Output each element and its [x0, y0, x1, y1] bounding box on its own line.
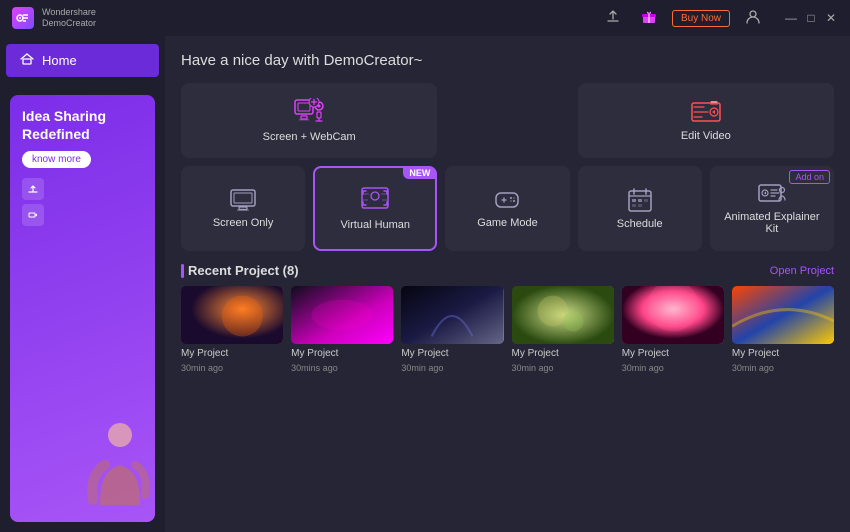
mode-card-schedule[interactable]: Schedule [578, 166, 702, 251]
gift-icon[interactable] [636, 7, 662, 30]
project-thumb-1 [181, 286, 283, 344]
upload-icon[interactable] [600, 7, 626, 30]
mode-card-screen-only[interactable]: Screen Only [181, 166, 305, 251]
promo-title: Idea Sharing Redefined [22, 107, 143, 143]
animated-explainer-icon [757, 182, 787, 211]
sidebar-nav: Home [0, 36, 165, 85]
virtual-human-label: Virtual Human [341, 219, 411, 231]
user-icon[interactable] [740, 7, 766, 30]
screen-webcam-label: Screen + WebCam [263, 131, 356, 143]
project-thumb-6 [732, 286, 834, 344]
project-time-1: 30min ago [181, 363, 283, 373]
bottom-mode-row: Screen Only NEW [181, 166, 834, 251]
open-project-link[interactable]: Open Project [770, 265, 834, 277]
home-icon [20, 52, 34, 69]
promo-person-figure [85, 415, 150, 517]
project-time-6: 30min ago [732, 363, 834, 373]
project-time-2: 30mins ago [291, 363, 393, 373]
project-label-4: My Project [512, 348, 614, 359]
recent-projects-header: Recent Project (8) Open Project [181, 263, 834, 278]
buy-now-button[interactable]: Buy Now [672, 10, 730, 27]
project-label-1: My Project [181, 348, 283, 359]
sidebar-item-home[interactable]: Home [6, 44, 159, 77]
close-button[interactable]: ✕ [824, 11, 838, 25]
project-label-2: My Project [291, 348, 393, 359]
screen-only-icon [229, 188, 257, 217]
promo-icon-upload [22, 178, 44, 200]
project-thumb-4 [512, 286, 614, 344]
project-thumb-2 [291, 286, 393, 344]
window-controls: — □ ✕ [784, 11, 838, 25]
mode-card-screen-webcam[interactable]: Screen + WebCam [181, 83, 437, 158]
minimize-button[interactable]: — [784, 11, 798, 25]
project-card-6[interactable]: My Project 30min ago [732, 286, 834, 373]
mode-card-edit-video[interactable]: Edit Video [578, 83, 834, 158]
project-card-5[interactable]: My Project 30min ago [622, 286, 724, 373]
project-label-3: My Project [401, 348, 503, 359]
sidebar-home-label: Home [42, 53, 77, 68]
app-name-text: Wondershare DemoCreator [42, 7, 96, 29]
mode-card-virtual-human[interactable]: NEW [313, 166, 437, 251]
greeting-text: Have a nice day with DemoCreator~ [181, 52, 834, 69]
virtual-human-icon [360, 186, 390, 219]
project-thumb-3 [401, 286, 503, 344]
screen-only-label: Screen Only [213, 217, 274, 229]
title-bar-right: Buy Now — □ ✕ [600, 7, 838, 30]
sidebar: Home Idea Sharing Redefined know more [0, 36, 165, 532]
content-area: Have a nice day with DemoCreator~ [165, 36, 850, 532]
project-thumb-5 [622, 286, 724, 344]
recent-projects-title: Recent Project (8) [181, 263, 299, 278]
game-mode-icon [492, 188, 522, 217]
top-mode-row: Screen + WebCam [181, 83, 834, 158]
schedule-icon [627, 187, 653, 218]
project-card-2[interactable]: My Project 30mins ago [291, 286, 393, 373]
project-card-3[interactable]: My Project 30min ago [401, 286, 503, 373]
promo-know-more-button[interactable]: know more [22, 151, 91, 168]
game-mode-label: Game Mode [477, 217, 538, 229]
maximize-button[interactable]: □ [804, 11, 818, 25]
project-time-5: 30min ago [622, 363, 724, 373]
add-on-badge: Add on [789, 170, 830, 184]
project-time-4: 30min ago [512, 363, 614, 373]
project-label-6: My Project [732, 348, 834, 359]
main-layout: Home Idea Sharing Redefined know more [0, 36, 850, 532]
mode-card-game-mode[interactable]: Game Mode [445, 166, 569, 251]
edit-video-label: Edit Video [681, 130, 731, 142]
promo-card: Idea Sharing Redefined know more [10, 95, 155, 522]
project-card-1[interactable]: My Project 30min ago [181, 286, 283, 373]
promo-icons [22, 178, 143, 226]
promo-icon-record [22, 204, 44, 226]
mode-card-animated-explainer[interactable]: Add on Animated Explainer Kit [710, 166, 834, 251]
animated-explainer-label: Animated Explainer Kit [718, 211, 826, 235]
new-badge: NEW [403, 167, 436, 179]
schedule-label: Schedule [617, 218, 663, 230]
screen-webcam-icon [293, 98, 325, 131]
app-logo [12, 7, 34, 29]
project-card-4[interactable]: My Project 30min ago [512, 286, 614, 373]
project-label-5: My Project [622, 348, 724, 359]
title-bar: Wondershare DemoCreator Buy Now [0, 0, 850, 36]
projects-row: My Project 30min ago [181, 286, 834, 373]
project-time-3: 30min ago [401, 363, 503, 373]
app-branding: Wondershare DemoCreator [12, 7, 96, 29]
edit-video-icon [690, 99, 722, 130]
